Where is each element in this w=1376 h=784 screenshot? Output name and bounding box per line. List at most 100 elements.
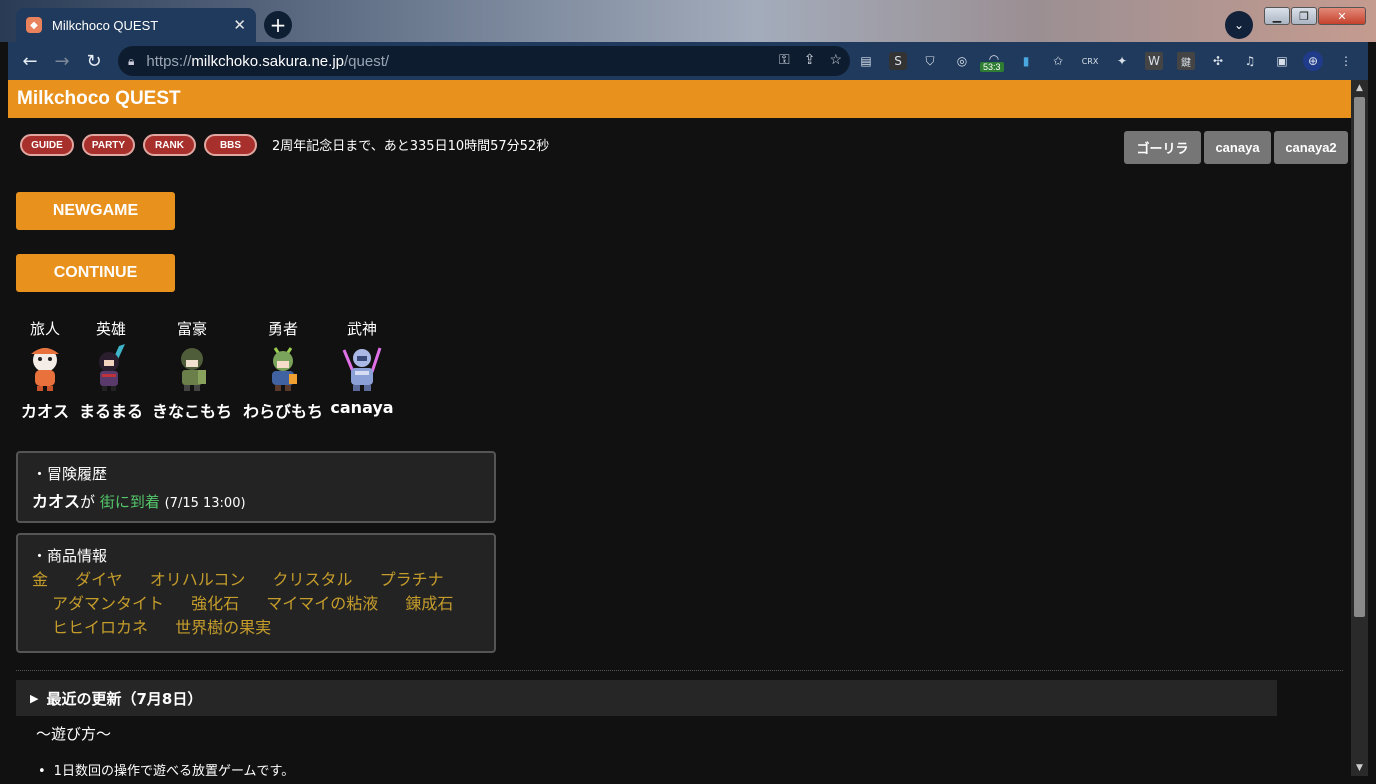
party-member-class: 旅人 — [29, 320, 60, 338]
profile-avatar-icon[interactable]: ⊕ — [1303, 51, 1323, 71]
scroll-up-arrow-icon[interactable]: ▲ — [1351, 80, 1368, 96]
forward-arrow-icon[interactable]: → — [46, 45, 78, 77]
key-icon[interactable]: ⚿ — [779, 51, 790, 68]
user-button-canaya[interactable]: canaya — [1204, 131, 1271, 164]
shop-item-link[interactable]: 金 — [32, 570, 48, 589]
minimize-button[interactable]: ▁ — [1264, 7, 1290, 25]
party-member-class: 武神 — [346, 320, 377, 338]
bullet-dot-icon: • — [38, 764, 46, 776]
page-scrollbar[interactable]: ▲ ▼ — [1351, 80, 1368, 776]
shop-item-link[interactable]: オリハルコン — [150, 570, 246, 589]
party-member-name: わらびもち — [242, 402, 323, 421]
party-member-class: 勇者 — [267, 320, 298, 338]
nav-rank-button[interactable]: RANK — [143, 134, 196, 156]
section-divider — [16, 670, 1343, 671]
scrollbar-thumb[interactable] — [1354, 97, 1365, 617]
browser-toolbar: ← → ↻ 🔒︎ https://milkchoko.sakura.ne.jp /… — [8, 42, 1368, 80]
adventure-history-heading: ・冒険履歴 — [32, 465, 108, 483]
shop-items-row: アダマンタイト 強化石 マイマイの粘液 錬成石 — [32, 592, 480, 616]
shop-item-link[interactable]: ダイヤ — [75, 570, 123, 589]
party-member[interactable]: 勇者 わらびもち — [240, 318, 326, 422]
tab-search-chevron-icon[interactable]: ⌄ — [1225, 11, 1253, 39]
extension-crx-icon[interactable]: CRX — [1081, 52, 1099, 70]
url-host: milkchoko.sakura.ne.jp — [191, 52, 344, 70]
extension-robot-icon[interactable]: ✦ — [1113, 52, 1131, 70]
expand-triangle-icon: ▶ — [30, 691, 39, 705]
lock-icon: 🔒︎ — [128, 53, 135, 68]
tab-title: Milkchoco QUEST — [52, 17, 159, 33]
browser-menu-icon[interactable]: ⋮ — [1337, 52, 1355, 70]
party-member[interactable]: 富豪 きなこもち — [150, 318, 234, 422]
shop-items-row: 金 ダイヤ オリハルコン クリスタル プラチナ — [32, 568, 480, 592]
share-icon[interactable]: ⇪ — [804, 51, 816, 68]
party-member-class: 英雄 — [95, 320, 126, 338]
shop-item-link[interactable]: 錬成石 — [405, 594, 453, 613]
scroll-down-arrow-icon[interactable]: ▼ — [1351, 760, 1368, 776]
back-arrow-icon[interactable]: ← — [14, 45, 46, 77]
extension-star-icon[interactable]: ✩ — [1049, 52, 1067, 70]
extension-badge: 53:3 — [980, 62, 1004, 72]
character-sprite-icon — [340, 344, 384, 392]
party-member-name: canaya — [330, 398, 394, 417]
shop-info-heading: ・商品情報 — [32, 547, 108, 565]
extension-glasses-icon[interactable]: ◎ — [953, 52, 971, 70]
shop-item-link[interactable]: ヒヒイロカネ — [52, 618, 148, 637]
extensions-puzzle-icon[interactable]: ✣ — [1209, 52, 1227, 70]
browser-tab[interactable]: ◆ Milkchoco QUEST ✕ — [16, 8, 256, 42]
anniversary-countdown: 2周年記念日まで、あと335日10時間57分52秒 — [272, 139, 550, 154]
shop-item-link[interactable]: マイマイの粘液 — [266, 594, 378, 613]
shop-item-link[interactable]: プラチナ — [380, 570, 444, 589]
nav-guide-button[interactable]: GUIDE — [20, 134, 74, 156]
party-member-class: 富豪 — [176, 320, 207, 338]
how-to-play-heading: 〜遊び方〜 — [36, 725, 112, 743]
tab-close-icon[interactable]: ✕ — [233, 16, 246, 34]
party-member[interactable]: 旅人 カオス — [18, 318, 72, 422]
url-path: /quest/ — [344, 52, 390, 70]
shop-item-link[interactable]: 世界樹の果実 — [175, 618, 271, 637]
recent-updates-label: 最近の更新（7月8日） — [46, 689, 203, 708]
party-member-name: まるまる — [78, 402, 143, 421]
history-event: 街に到着 — [99, 493, 160, 511]
recent-updates-toggle[interactable]: ▶ 最近の更新（7月8日） — [16, 680, 1277, 716]
history-actor: カオス — [32, 492, 81, 511]
nav-bbs-button[interactable]: BBS — [204, 134, 257, 156]
character-sprite-icon — [23, 344, 67, 392]
party-member-name: きなこもち — [151, 402, 232, 421]
extension-w-icon[interactable]: W — [1145, 52, 1163, 70]
party-member-name: カオス — [20, 402, 69, 421]
user-button-gorilla[interactable]: ゴーリラ — [1124, 131, 1201, 164]
how-to-play-text: 1日数回の操作で遊べる放置ゲームです。 — [53, 764, 295, 776]
shop-item-link[interactable]: 強化石 — [191, 594, 239, 613]
newgame-button[interactable]: NEWGAME — [16, 192, 175, 230]
shop-item-link[interactable]: アダマンタイト — [52, 594, 164, 613]
party-member[interactable]: 英雄 まるまる — [78, 318, 144, 422]
bookmark-star-icon[interactable]: ☆ — [829, 51, 842, 68]
history-particle: が — [80, 493, 96, 511]
how-to-play-bullet: • 1日数回の操作で遊べる放置ゲームです。 — [38, 760, 294, 776]
media-control-icon[interactable]: ♫ — [1241, 52, 1259, 70]
site-favicon-icon: ◆ — [26, 17, 42, 33]
ublock-shield-icon[interactable]: ⛉ — [921, 52, 939, 70]
new-tab-button[interactable]: + — [264, 11, 292, 39]
extension-s-icon[interactable]: S — [889, 52, 907, 70]
character-sprite-icon — [89, 344, 133, 392]
shop-item-link[interactable]: クリスタル — [273, 570, 353, 589]
adventure-history-panel: ・冒険履歴 カオスが 街に到着 (7/15 13:00) — [16, 451, 496, 523]
reading-list-icon[interactable]: ▤ — [857, 52, 875, 70]
reload-icon[interactable]: ↻ — [78, 45, 110, 77]
continue-button[interactable]: CONTINUE — [16, 254, 175, 292]
address-bar[interactable]: 🔒︎ https://milkchoko.sakura.ne.jp/quest/… — [118, 46, 850, 76]
shop-info-panel: ・商品情報 金 ダイヤ オリハルコン クリスタル プラチナ アダマンタイト 強化… — [16, 533, 496, 653]
url-scheme: https:// — [146, 52, 192, 70]
maximize-button[interactable]: ❐ — [1291, 7, 1317, 25]
page-title: Milkchoco QUEST — [8, 80, 1351, 118]
shop-items-row: ヒヒイロカネ 世界樹の果実 — [32, 616, 480, 640]
side-panel-icon[interactable]: ▣ — [1273, 52, 1291, 70]
character-sprite-icon — [170, 344, 214, 392]
extension-kanji-icon[interactable]: 鍵 — [1177, 52, 1195, 70]
extension-book-icon[interactable]: ▮ — [1017, 52, 1035, 70]
nav-party-button[interactable]: PARTY — [82, 134, 135, 156]
user-button-canaya2[interactable]: canaya2 — [1274, 131, 1348, 164]
close-window-button[interactable]: ✕ — [1318, 7, 1366, 25]
party-member[interactable]: 武神 canaya — [330, 318, 394, 417]
